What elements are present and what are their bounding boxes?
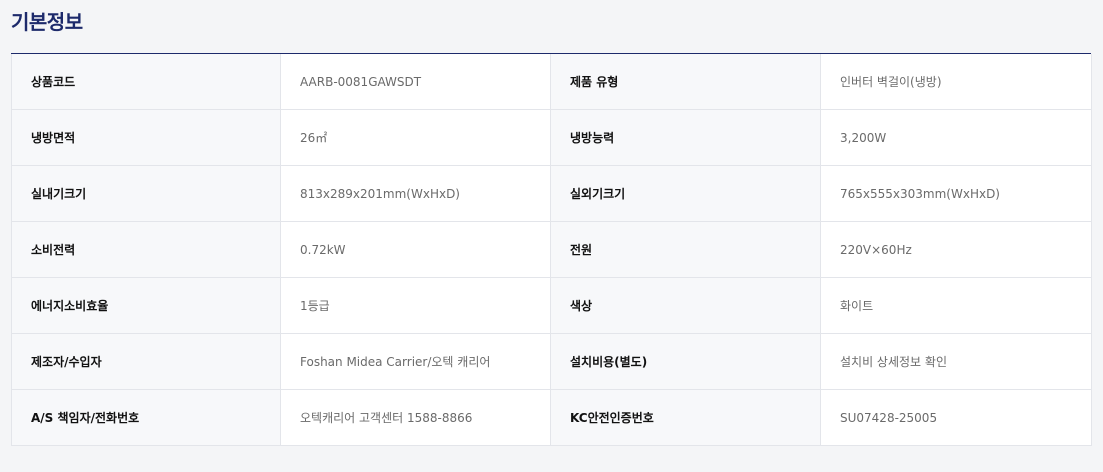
spec-value: 220V×60Hz <box>820 221 1092 278</box>
spec-label: 전원 <box>550 221 821 278</box>
spec-value: 26㎡ <box>280 109 551 166</box>
spec-value: Foshan Midea Carrier/오텍 캐리어 <box>280 333 551 390</box>
spec-row: 상품코드 AARB-0081GAWSDT 제품 유형 인버터 벽걸이(냉방) <box>11 54 1092 110</box>
spec-value: 1등급 <box>280 277 551 334</box>
spec-label: 색상 <box>550 277 821 334</box>
spec-label: 실외기크기 <box>550 165 821 222</box>
spec-row: 실내기크기 813x289x201mm(WxHxD) 실외기크기 765x555… <box>11 165 1092 222</box>
spec-value: AARB-0081GAWSDT <box>280 54 551 110</box>
spec-row: 소비전력 0.72kW 전원 220V×60Hz <box>11 221 1092 278</box>
spec-label: 제조자/수입자 <box>11 333 281 390</box>
spec-value: 오텍캐리어 고객센터 1588-8866 <box>280 389 551 446</box>
spec-label: 냉방면적 <box>11 109 281 166</box>
section-title: 기본정보 <box>11 10 83 34</box>
spec-row: 제조자/수입자 Foshan Midea Carrier/오텍 캐리어 설치비용… <box>11 333 1092 390</box>
spec-value: 765x555x303mm(WxHxD) <box>820 165 1092 222</box>
spec-table: 상품코드 AARB-0081GAWSDT 제품 유형 인버터 벽걸이(냉방) 냉… <box>11 54 1092 446</box>
spec-label: 소비전력 <box>11 221 281 278</box>
spec-value: 813x289x201mm(WxHxD) <box>280 165 551 222</box>
spec-value: 인버터 벽걸이(냉방) <box>820 54 1092 110</box>
spec-row: A/S 책임자/전화번호 오텍캐리어 고객센터 1588-8866 KC안전인증… <box>11 389 1092 446</box>
spec-label: 설치비용(별도) <box>550 333 821 390</box>
spec-label: 냉방능력 <box>550 109 821 166</box>
spec-value: 화이트 <box>820 277 1092 334</box>
spec-value: 설치비 상세정보 확인 <box>820 333 1092 390</box>
spec-label: 에너지소비효율 <box>11 277 281 334</box>
spec-row: 냉방면적 26㎡ 냉방능력 3,200W <box>11 109 1092 166</box>
spec-value: 0.72kW <box>280 221 551 278</box>
spec-value: SU07428-25005 <box>820 389 1092 446</box>
spec-label: 제품 유형 <box>550 54 821 110</box>
spec-label: KC안전인증번호 <box>550 389 821 446</box>
spec-label: 상품코드 <box>11 54 281 110</box>
spec-value: 3,200W <box>820 109 1092 166</box>
spec-row: 에너지소비효율 1등급 색상 화이트 <box>11 277 1092 334</box>
spec-label: A/S 책임자/전화번호 <box>11 389 281 446</box>
spec-label: 실내기크기 <box>11 165 281 222</box>
